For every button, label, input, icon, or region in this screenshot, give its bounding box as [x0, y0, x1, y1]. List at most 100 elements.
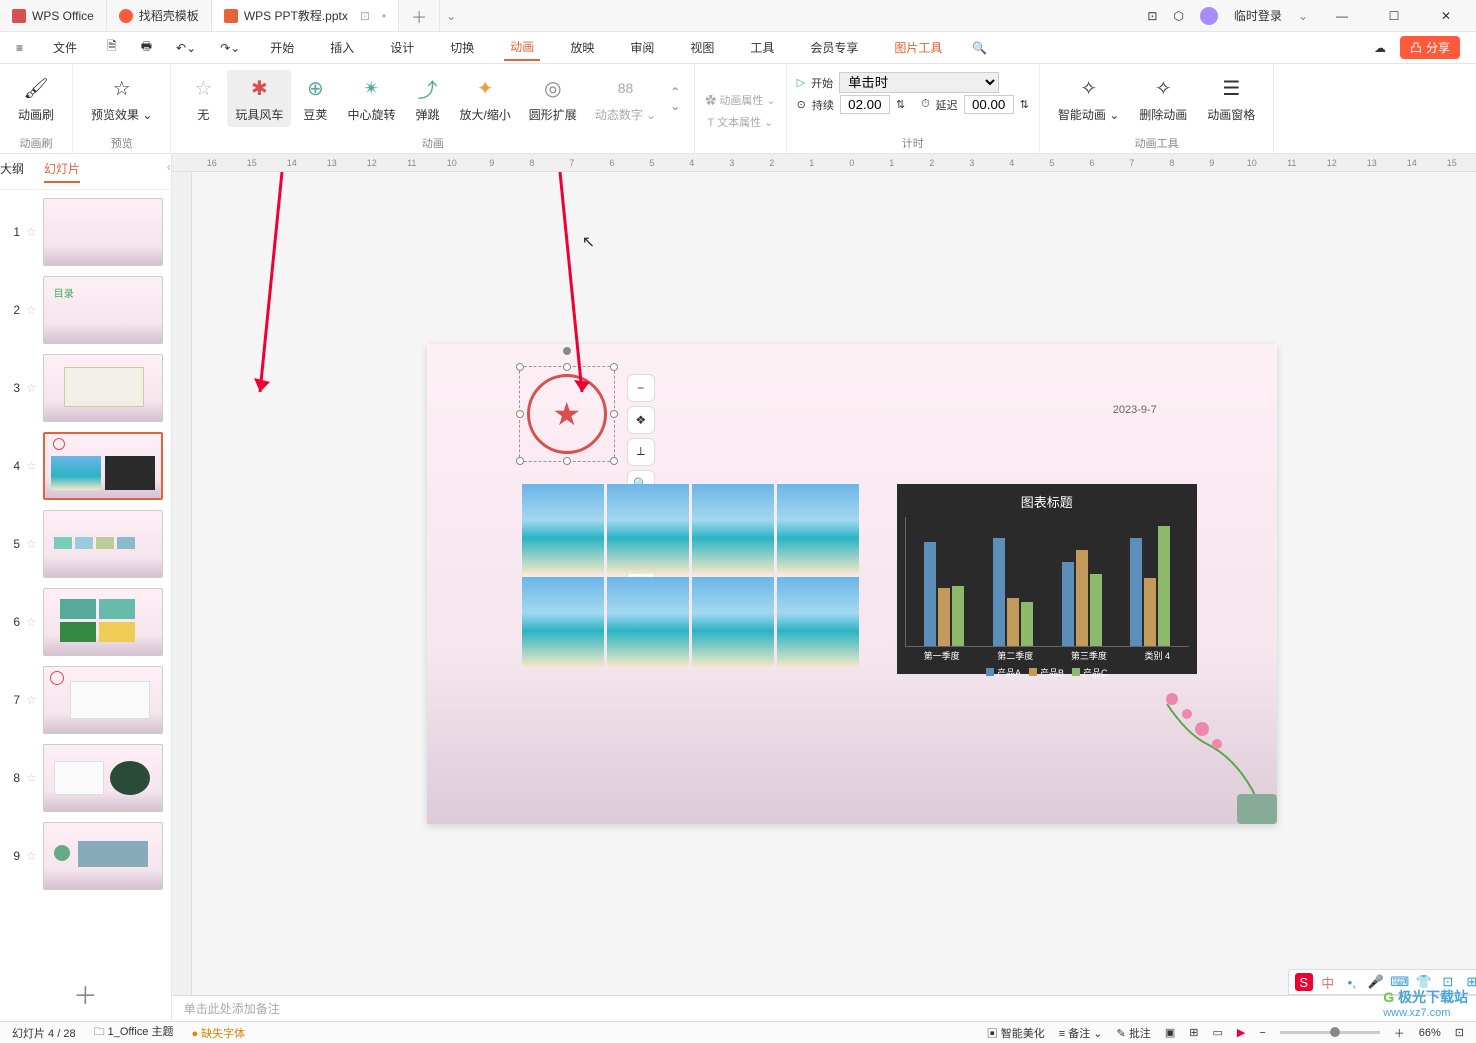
smart-beautify[interactable]: ▣ 智能美化 [987, 1025, 1045, 1041]
toolbar-save-icon[interactable]: 🗎 [107, 37, 117, 58]
canvas-scroll[interactable]: − ❖ ⟂ 🔍 ✨ ⛶ ⋯ 2023-9-7 图表标题 [192, 172, 1476, 995]
thumb-7[interactable]: 7☆ [8, 666, 163, 734]
app-icon-1[interactable]: ⊡ [1147, 9, 1157, 23]
tab-wps-home[interactable]: WPS Office [0, 0, 107, 31]
animation-brush[interactable]: 🖌动画刷 [10, 70, 62, 127]
zoom-value[interactable]: 66% [1419, 1027, 1441, 1039]
duration-input[interactable] [840, 95, 890, 114]
close-button[interactable]: ✕ [1428, 2, 1464, 30]
menu-view[interactable]: 视图 [684, 35, 720, 60]
maximize-button[interactable]: ☐ [1376, 2, 1412, 30]
outline-tab[interactable]: 大纲 [0, 160, 24, 183]
ft-layers[interactable]: ❖ [627, 406, 655, 434]
menu-picture-tools[interactable]: 图片工具 [888, 35, 948, 60]
animation-gallery: ☆无 ✱玩具风车 ⊕豆荚 ✴中心旋转 ⤴弹跳 ✦放大/缩小 ◎圆形扩展 88动态… [181, 70, 684, 127]
thumb-2[interactable]: 2☆目录 [8, 276, 163, 344]
anim-bean[interactable]: ⊕豆荚 [293, 70, 337, 127]
minimize-button[interactable]: — [1324, 2, 1360, 30]
tab-menu-dropdown[interactable]: ⌄ [446, 9, 456, 23]
anim-pinwheel[interactable]: ✱玩具风车 [227, 70, 291, 127]
stamp-image[interactable] [527, 374, 607, 454]
gallery-expand[interactable]: ⌃⌄ [666, 70, 684, 127]
menu-vip[interactable]: 会员专享 [804, 35, 864, 60]
menu-file[interactable]: 文件 [47, 35, 83, 60]
fit-window[interactable]: ⊡ [1455, 1026, 1464, 1039]
animation-pane[interactable]: ☰动画窗格 [1199, 70, 1263, 127]
search-icon[interactable]: 🔍 [972, 41, 987, 55]
bean-icon: ⊕ [301, 74, 329, 102]
thumb-5[interactable]: 5☆ [8, 510, 163, 578]
smart-animation[interactable]: ✧智能动画 ⌄ [1050, 70, 1127, 127]
anim-zoom[interactable]: ✦放大/缩小 [451, 70, 518, 127]
ribbon-group-props: ✿ 动画属性 ⌄ T 文本属性 ⌄ [695, 64, 786, 153]
ft-minus[interactable]: − [627, 374, 655, 402]
menu-start[interactable]: 开始 [264, 35, 300, 60]
avatar[interactable] [1200, 7, 1218, 25]
panel-collapse-icon[interactable]: ‹ [167, 160, 171, 183]
delete-icon: ✧ [1149, 74, 1177, 102]
bt-mic[interactable]: 🎤 [1367, 973, 1385, 991]
cloud-icon[interactable]: ☁ [1374, 41, 1386, 55]
delay-input[interactable] [964, 95, 1014, 114]
menu-design[interactable]: 设计 [384, 35, 420, 60]
pinwheel-icon: ✱ [245, 74, 273, 102]
slide-counter: 幻灯片 4 / 28 [12, 1025, 76, 1041]
view-normal[interactable]: ▣ [1165, 1026, 1175, 1039]
wps-icon [12, 9, 26, 23]
menubar: ≡ 文件 🗎 🖶 ↶⌄ ↷⌄ 开始 插入 设计 切换 动画 放映 审阅 视图 工… [0, 32, 1476, 64]
ppt-icon [224, 9, 238, 23]
start-select[interactable]: 单击时 [839, 72, 999, 93]
main-area: 大纲 幻灯片 ‹ 1☆ 2☆目录 3☆ 4☆ 5☆ 6☆ 7☆ 8☆ 9☆ ＋ … [0, 154, 1476, 1021]
tab-document[interactable]: WPS PPT教程.pptx⊡• [212, 0, 399, 31]
anim-none[interactable]: ☆无 [181, 70, 225, 127]
theme-name[interactable]: 🗀 1_Office 主题 [94, 1023, 174, 1042]
menu-tools[interactable]: 工具 [744, 35, 780, 60]
anim-number[interactable]: 88动态数字 ⌄ [587, 70, 664, 127]
thumb-6[interactable]: 6☆ [8, 588, 163, 656]
view-reading[interactable]: ▭ [1212, 1026, 1222, 1039]
menu-review[interactable]: 审阅 [624, 35, 660, 60]
ft-crop[interactable]: ⟂ [627, 438, 655, 466]
toolbar-undo-icon[interactable]: ↶⌄ [176, 41, 196, 55]
thumbnails[interactable]: 1☆ 2☆目录 3☆ 4☆ 5☆ 6☆ 7☆ 8☆ 9☆ [0, 190, 171, 966]
login-status[interactable]: 临时登录 [1234, 7, 1282, 24]
menu-insert[interactable]: 插入 [324, 35, 360, 60]
share-button[interactable]: 凸 分享 [1400, 36, 1460, 59]
menu-slideshow[interactable]: 放映 [564, 35, 600, 60]
bt-sogou[interactable]: S [1295, 973, 1313, 991]
thumb-3[interactable]: 3☆ [8, 354, 163, 422]
zoom-out[interactable]: − [1259, 1027, 1265, 1039]
missing-font[interactable]: ● 缺失字体 [191, 1025, 245, 1041]
notes-area[interactable]: 单击此处添加备注 [172, 995, 1476, 1021]
thumb-1[interactable]: 1☆ [8, 198, 163, 266]
menu-transition[interactable]: 切换 [444, 35, 480, 60]
thumb-8[interactable]: 8☆ [8, 744, 163, 812]
delete-animation[interactable]: ✧删除动画 [1131, 70, 1195, 127]
beach-image-grid[interactable] [522, 484, 859, 667]
add-slide-button[interactable]: ＋ [0, 966, 171, 1021]
preview-effect[interactable]: ☆预览效果 ⌄ [83, 70, 160, 127]
menu-hamburger[interactable]: ≡ [16, 41, 23, 55]
bt-lang[interactable]: 中 [1319, 973, 1337, 991]
zoom-icon: ✦ [471, 74, 499, 102]
tab-add[interactable]: ＋ [399, 0, 440, 31]
slides-tab[interactable]: 幻灯片 [44, 160, 80, 183]
zoom-slider[interactable] [1280, 1031, 1380, 1034]
menu-animation[interactable]: 动画 [504, 34, 540, 61]
view-slideshow[interactable]: ▶ [1237, 1026, 1245, 1039]
bt-punct[interactable]: •, [1343, 973, 1361, 991]
thumb-4[interactable]: 4☆ [8, 432, 163, 500]
notes-toggle[interactable]: ≡ 备注 ⌄ [1059, 1025, 1103, 1041]
view-sorter[interactable]: ⊞ [1189, 1026, 1198, 1039]
toolbar-redo-icon[interactable]: ↷⌄ [220, 41, 240, 55]
app-icon-2[interactable]: ⬡ [1173, 9, 1183, 23]
tab-daogou[interactable]: 找稻壳模板 [107, 0, 212, 31]
anim-bounce[interactable]: ⤴弹跳 [405, 70, 449, 127]
thumb-9[interactable]: 9☆ [8, 822, 163, 890]
slide-canvas[interactable]: − ❖ ⟂ 🔍 ✨ ⛶ ⋯ 2023-9-7 图表标题 [427, 344, 1277, 824]
anim-spin[interactable]: ✴中心旋转 [339, 70, 403, 127]
anim-circle[interactable]: ◎圆形扩展 [521, 70, 585, 127]
toolbar-print-icon[interactable]: 🖶 [141, 37, 152, 58]
zoom-in[interactable]: ＋ [1394, 1025, 1405, 1041]
comments-toggle[interactable]: ✎ 批注 [1117, 1025, 1151, 1041]
